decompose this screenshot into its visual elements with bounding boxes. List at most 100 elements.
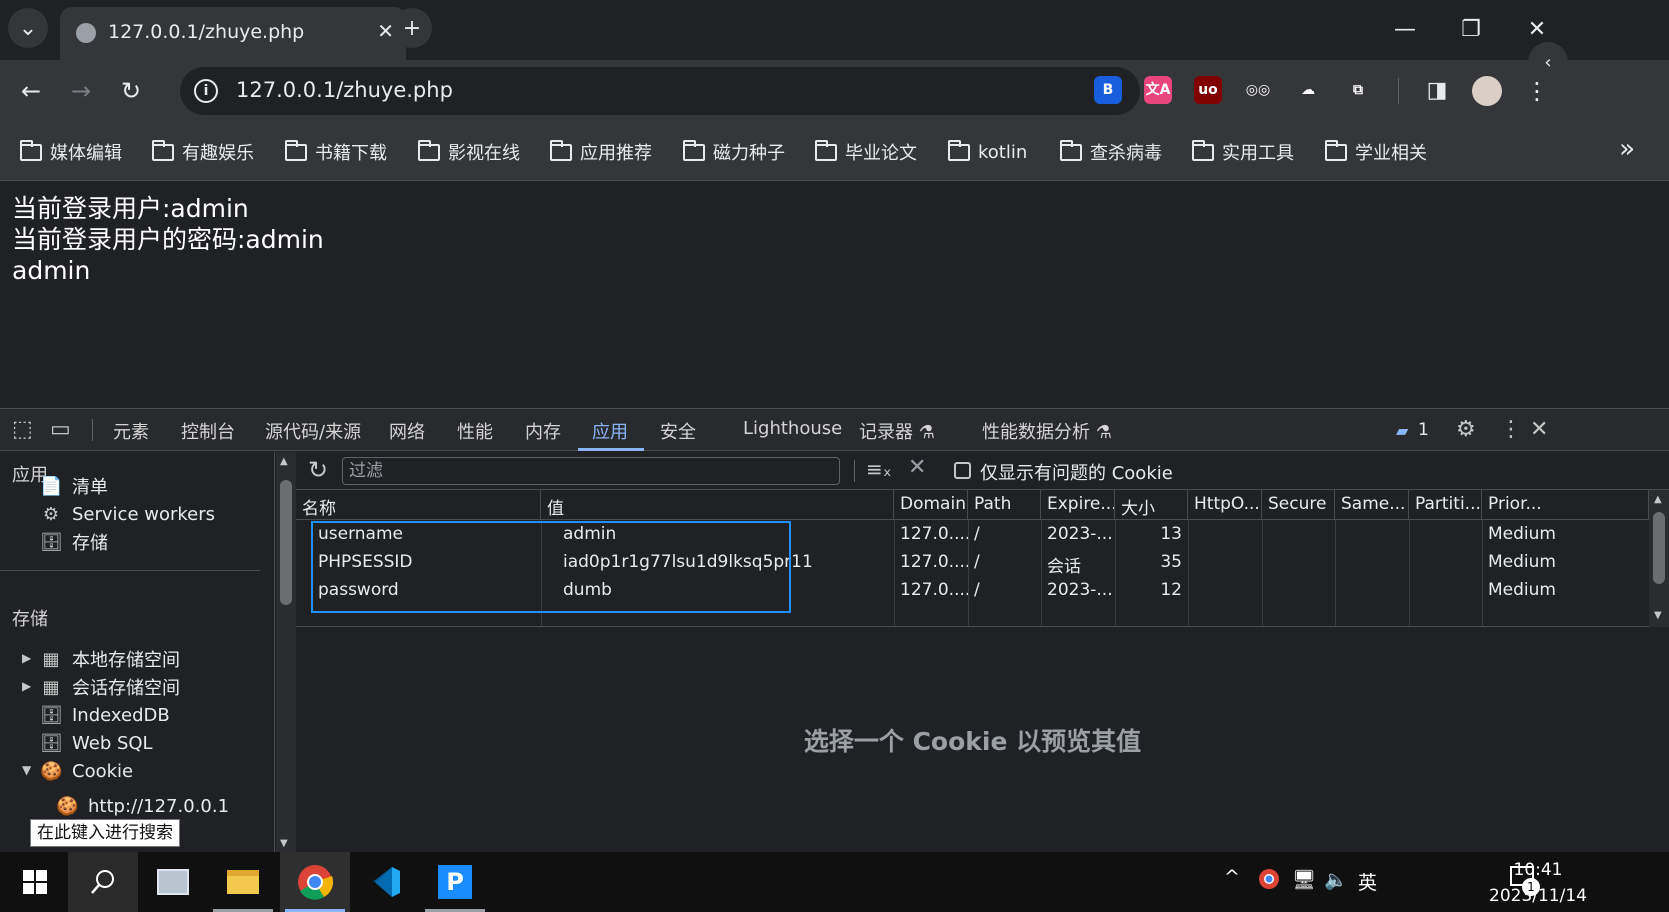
bookmark-folder[interactable]: 实用工具 [1192,138,1294,166]
new-tab-button[interactable]: + [392,8,432,48]
bookmark-folder[interactable]: 磁力种子 [683,138,785,166]
avatar[interactable] [1470,74,1504,108]
devtools-tab[interactable]: 性能 [457,418,493,444]
column-header-value[interactable]: 值 [541,490,894,520]
taskbar-app-monitor[interactable] [138,852,208,912]
bookmark-folder[interactable]: 学业相关 [1325,138,1427,166]
network-icon[interactable]: 🖥 [1292,868,1316,891]
reload-button[interactable]: ↻ [114,74,148,108]
translate-extension-icon[interactable]: 文A [1144,76,1172,104]
address-bar[interactable]: i 127.0.0.1/zhuye.php ☆ [180,67,1140,115]
site-info-icon[interactable]: i [194,79,218,103]
devtools-tab[interactable]: 应用 [592,418,628,444]
tray-chrome-icon[interactable] [1258,868,1280,895]
tab-active[interactable]: 127.0.0.1/zhuye.php ✕ [60,7,406,60]
bookmarks-overflow-button[interactable]: » [1619,134,1635,164]
taskbar-app-explorer[interactable] [208,852,278,912]
only-issues-checkbox[interactable] [954,462,971,479]
scroll-down-icon[interactable]: ▼ [1654,610,1662,621]
expand-arrow-icon[interactable]: ▶ [22,679,31,693]
column-header-domain[interactable]: Domain [894,490,968,520]
inspect-element-icon[interactable]: ⬚ [12,417,33,442]
devtools-menu-icon[interactable]: ⋮ [1500,417,1522,442]
sidebar-item-storage[interactable]: 🗄 存储 [40,528,108,556]
expand-arrow-open-icon[interactable]: ▼ [22,763,31,777]
bookmark-folder[interactable]: 毕业论文 [815,138,917,166]
bookmark-folder[interactable]: 应用推荐 [550,138,652,166]
sidebar-scroll-thumb[interactable] [280,480,292,605]
expand-arrow-icon[interactable]: ▶ [22,651,31,665]
table-scrollbar[interactable]: ▲ ▼ [1649,490,1669,627]
devtools-tab[interactable]: 源代码/来源 [265,418,361,444]
sidebar-item-indexeddb[interactable]: 🗄 IndexedDB [40,701,170,729]
settings-gear-icon[interactable]: ⚙ [1456,417,1476,442]
bookmark-folder[interactable]: 书籍下载 [285,138,387,166]
ime-indicator[interactable]: 英 [1358,868,1377,895]
devtools-tab[interactable]: 网络 [389,418,425,444]
bookmark-folder[interactable]: 影视在线 [418,138,520,166]
devtools-tab[interactable]: 安全 [660,418,696,444]
devtools-tab[interactable]: 内存 [525,418,561,444]
forward-button[interactable]: → [64,74,98,108]
sidebar-item-service-workers[interactable]: ⚙ Service workers [40,500,215,528]
devtools-tab[interactable]: 控制台 [181,418,235,444]
scroll-up-icon[interactable]: ▲ [280,456,288,467]
taskbar-app-vscode[interactable] [350,852,420,912]
side-panel-toggle[interactable]: ‹ [1528,42,1568,82]
sidebar-item-websql[interactable]: 🗄 Web SQL [40,729,153,757]
issues-icon[interactable]: ▰ [1396,421,1408,440]
back-button[interactable]: ← [14,74,48,108]
table-scroll-thumb[interactable] [1653,512,1665,584]
devtools-tab[interactable]: 性能数据分析 ⚗ [982,418,1112,444]
sidebar-item-cookie-origin[interactable]: 🍪 http://127.0.0.1 [56,792,229,820]
device-toolbar-icon[interactable]: ▭ [50,417,71,442]
refresh-icon[interactable]: ↻ [308,456,328,484]
maximize-button[interactable]: ❐ [1446,10,1496,50]
clock-time[interactable]: 10:41 [1488,860,1588,880]
delete-selected-icon[interactable]: ✕ [908,455,926,480]
bookmark-folder[interactable]: kotlin [948,138,1027,166]
column-header-priority[interactable]: Prior... [1482,490,1649,520]
column-header-httponly[interactable]: HttpO... [1188,490,1262,520]
bitwarden-extension-icon[interactable]: B [1094,76,1122,104]
column-header-samesite[interactable]: Same... [1335,490,1409,520]
ublock-extension-icon[interactable]: uo [1194,76,1222,104]
column-header-name[interactable]: 名称 [296,490,541,520]
volume-icon[interactable]: 🔈 [1324,868,1348,891]
side-panel-icon[interactable]: ◨ [1420,74,1454,108]
taskbar-search-button[interactable] [68,852,138,912]
column-header-partition[interactable]: Partiti... [1409,490,1482,520]
devtools-tab[interactable]: Lighthouse [743,418,842,439]
bookmark-folder[interactable]: 有趣娱乐 [152,138,254,166]
tab-search-button[interactable]: ⌄ [8,8,48,48]
clear-all-cookies-icon[interactable]: ≡ₓ [866,457,892,481]
minimize-button[interactable]: — [1380,10,1430,50]
devtools-close-icon[interactable]: ✕ [1530,417,1548,442]
bookmark-folder[interactable]: 查杀病毒 [1060,138,1162,166]
start-button[interactable] [0,852,70,912]
sidebar-item-manifest[interactable]: 📄 清单 [40,472,108,500]
sidebar-item-cookie[interactable]: 🍪 Cookie [40,757,133,785]
only-issues-label[interactable]: 仅显示有问题的 Cookie [980,459,1173,485]
column-header-expires[interactable]: Expire... [1041,490,1115,520]
cloud-extension-icon[interactable]: ☁ [1294,76,1322,104]
scroll-up-icon[interactable]: ▲ [1654,494,1662,505]
bookmark-folder[interactable]: 媒体编辑 [20,138,122,166]
taskbar-app-p[interactable]: P [420,852,490,912]
issues-count[interactable]: 1 [1418,420,1429,440]
sidebar-item-session-storage[interactable]: ▦ 会话存储空间 [40,673,180,701]
puzzle-extension-icon[interactable]: ⧉ [1344,76,1372,104]
devtools-tab[interactable]: 记录器 ⚗ [859,418,935,444]
tray-overflow-icon[interactable]: ^ [1224,866,1240,888]
column-header-path[interactable]: Path [968,490,1041,520]
glasses-extension-icon[interactable]: ◎◎ [1244,76,1272,104]
taskbar-app-chrome[interactable] [280,852,350,912]
address-url[interactable]: 127.0.0.1/zhuye.php [236,78,453,102]
column-header-size[interactable]: 大小 [1115,490,1188,520]
column-header-secure[interactable]: Secure [1262,490,1335,520]
scroll-down-icon[interactable]: ▼ [280,838,288,849]
sidebar-scrollbar[interactable]: ▲ ▼ [276,452,296,853]
notification-center-icon[interactable]: 1 [1510,866,1540,896]
devtools-tab[interactable]: 元素 [113,418,149,444]
sidebar-item-local-storage[interactable]: ▦ 本地存储空间 [40,645,180,673]
